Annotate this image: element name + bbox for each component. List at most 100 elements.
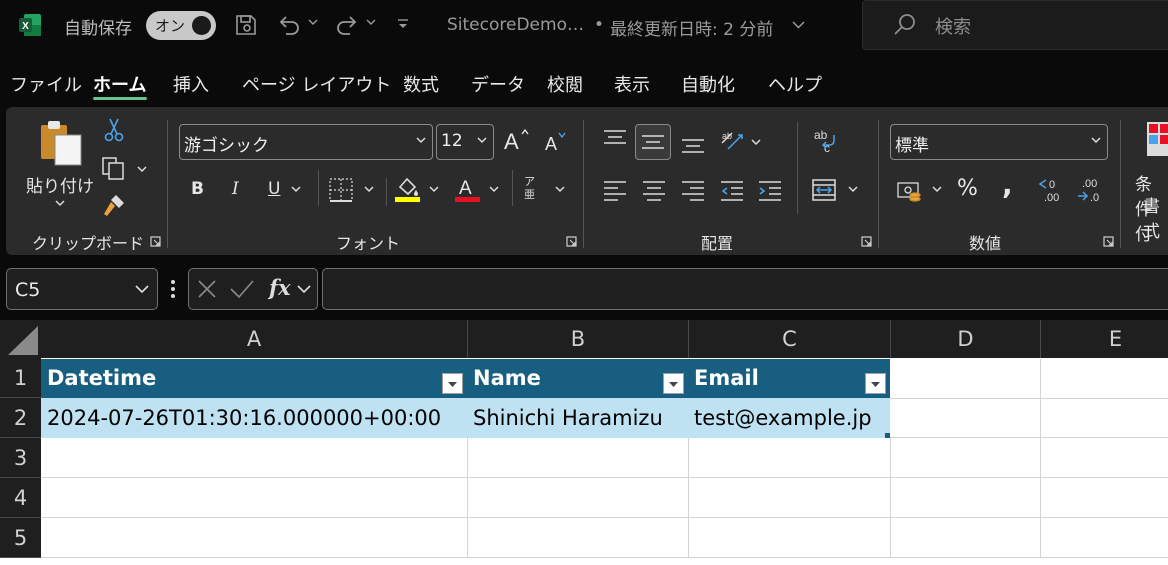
alignment-dialog-launcher-icon[interactable] [861, 236, 872, 247]
cell-e5[interactable] [1041, 518, 1168, 558]
row-header-3[interactable]: 3 [0, 438, 41, 478]
align-right-icon[interactable] [680, 179, 706, 201]
cell-c3[interactable] [689, 438, 891, 478]
merge-chevron-down-icon[interactable] [848, 185, 858, 193]
increase-indent-icon[interactable] [757, 179, 783, 201]
column-header-d[interactable]: D [891, 320, 1041, 358]
orientation-chevron-down-icon[interactable] [751, 138, 761, 146]
clipboard-dialog-launcher-icon[interactable] [150, 236, 161, 247]
align-left-icon[interactable] [602, 179, 628, 201]
fill-color-icon[interactable] [394, 175, 422, 203]
paste-icon[interactable] [38, 119, 84, 167]
copy-chevron-down-icon[interactable] [137, 165, 147, 173]
percent-style-button[interactable]: % [957, 176, 978, 201]
tab-review[interactable]: 校閲 [547, 71, 583, 97]
cell-c5[interactable] [689, 518, 891, 558]
formula-bar-more-icon[interactable] [170, 279, 176, 299]
autosave-toggle[interactable]: オン [146, 11, 216, 40]
cancel-icon[interactable] [197, 279, 217, 299]
row-header-4[interactable]: 4 [0, 478, 41, 518]
undo-icon[interactable] [276, 12, 302, 38]
table-cell-name[interactable]: Shinichi Haramizu [467, 398, 689, 438]
align-center-icon[interactable] [641, 179, 667, 201]
align-middle-button[interactable] [635, 124, 671, 160]
filter-dropdown-icon[interactable] [663, 373, 684, 394]
copy-icon[interactable] [101, 156, 127, 180]
phonetic-guide-icon[interactable]: ア亜 [524, 175, 544, 201]
cell-d5[interactable] [891, 518, 1041, 558]
redo-dropdown-chevron-icon[interactable] [366, 17, 376, 27]
table-header-cell[interactable]: Name [467, 359, 689, 399]
cell-c4[interactable] [689, 478, 891, 518]
orientation-icon[interactable]: ab [718, 127, 746, 153]
align-top-icon[interactable] [602, 128, 628, 150]
decrease-indent-icon[interactable] [719, 179, 745, 201]
column-header-c[interactable]: C [689, 320, 891, 358]
cell-e3[interactable] [1041, 438, 1168, 478]
enter-check-icon[interactable] [229, 279, 255, 299]
table-header-cell[interactable]: Datetime [41, 359, 468, 399]
borders-icon[interactable] [328, 177, 354, 203]
fill-color-chevron-down-icon[interactable] [429, 185, 439, 193]
row-header-5[interactable]: 5 [0, 518, 41, 558]
cell-a4[interactable] [41, 478, 468, 518]
paste-chevron-down-icon[interactable] [55, 199, 65, 207]
document-title[interactable]: SitecoreDemo… [447, 15, 584, 35]
table-cell-email[interactable]: test@example.jp [688, 398, 890, 438]
tab-data[interactable]: データ [471, 71, 525, 97]
cell-d1[interactable] [890, 359, 1041, 399]
tab-automate[interactable]: 自動化 [681, 71, 735, 97]
cell-e2[interactable] [1041, 398, 1168, 438]
function-chevron-down-icon[interactable] [297, 284, 311, 294]
column-header-b[interactable]: B [468, 320, 689, 358]
phonetic-chevron-down-icon[interactable] [555, 185, 565, 193]
cell-d3[interactable] [891, 438, 1041, 478]
font-dialog-launcher-icon[interactable] [566, 236, 577, 247]
cell-b5[interactable] [468, 518, 689, 558]
cell-e1[interactable] [1041, 359, 1168, 399]
font-name-select[interactable]: 游ゴシック [179, 124, 433, 160]
formula-input[interactable] [322, 268, 1168, 310]
borders-chevron-down-icon[interactable] [364, 185, 374, 193]
wrap-text-icon[interactable]: ab c [812, 127, 840, 155]
cell-a5[interactable] [41, 518, 468, 558]
insert-function-button[interactable]: fx [269, 275, 291, 300]
tab-home[interactable]: ホーム [93, 71, 146, 97]
save-icon[interactable] [234, 13, 258, 37]
italic-button[interactable]: I [232, 179, 239, 199]
align-bottom-icon[interactable] [680, 132, 706, 154]
cell-d4[interactable] [891, 478, 1041, 518]
undo-dropdown-chevron-icon[interactable] [308, 17, 318, 27]
cell-b4[interactable] [468, 478, 689, 518]
tab-formulas[interactable]: 数式 [403, 71, 439, 97]
tab-file[interactable]: ファイル [10, 71, 82, 97]
number-format-select[interactable]: 標準 [890, 124, 1108, 160]
underline-button[interactable]: U [268, 179, 280, 199]
underline-chevron-down-icon[interactable] [291, 185, 301, 193]
row-header-1[interactable]: 1 [0, 358, 41, 398]
merge-center-icon[interactable] [811, 177, 839, 203]
decrease-font-size-icon[interactable]: A [544, 130, 570, 154]
comma-style-button[interactable]: , [1002, 168, 1013, 201]
column-header-e[interactable]: E [1041, 320, 1168, 358]
font-color-icon[interactable]: A [454, 175, 482, 203]
cell-d2[interactable] [890, 398, 1041, 438]
bold-button[interactable]: B [191, 179, 204, 199]
conditional-formatting-icon[interactable] [1146, 121, 1168, 157]
filter-dropdown-icon[interactable] [442, 373, 463, 394]
cell-e4[interactable] [1041, 478, 1168, 518]
number-dialog-launcher-icon[interactable] [1103, 236, 1114, 247]
conditional-formatting-label-2[interactable]: 書式 [1143, 192, 1168, 242]
accounting-format-icon[interactable] [897, 179, 925, 205]
decrease-decimal-icon[interactable]: .00 .0 [1076, 176, 1106, 204]
format-painter-icon[interactable] [102, 193, 128, 217]
select-all-corner[interactable] [0, 320, 41, 358]
table-header-cell[interactable]: Email [688, 359, 890, 399]
cut-icon[interactable] [103, 117, 125, 143]
cell-a3[interactable] [41, 438, 468, 478]
tab-insert[interactable]: 挿入 [173, 71, 209, 97]
table-cell-datetime[interactable]: 2024-07-26T01:30:16.000000+00:00 [41, 398, 468, 438]
name-box[interactable]: C5 [6, 268, 158, 310]
tab-view[interactable]: 表示 [614, 71, 650, 97]
column-header-a[interactable]: A [41, 320, 468, 358]
